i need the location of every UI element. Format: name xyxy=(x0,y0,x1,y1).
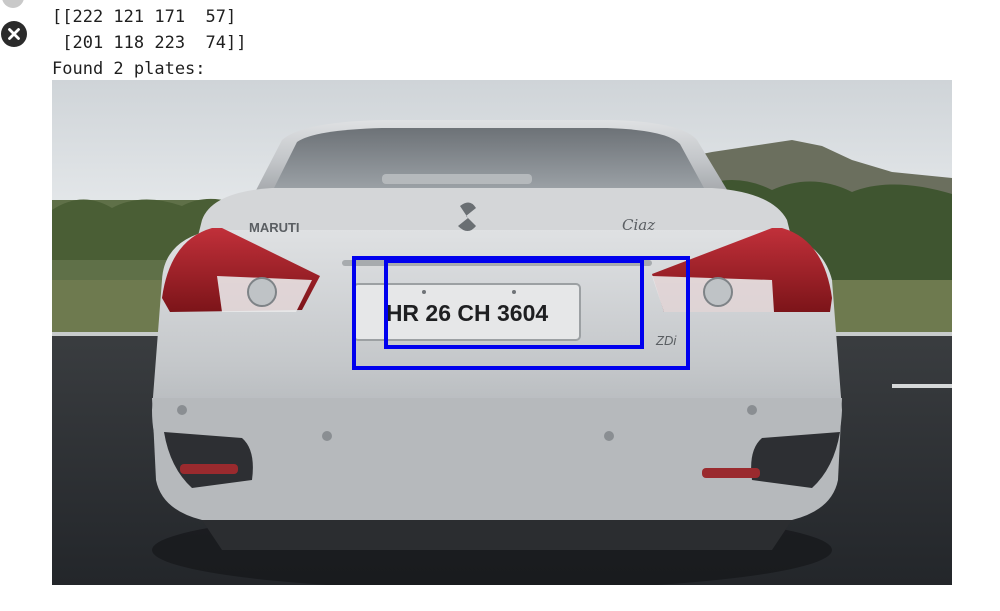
plate-number: HR 26 CH 3604 xyxy=(386,300,549,326)
cell-output: [[222 121 171 57] [201 118 223 74]] Foun… xyxy=(0,0,1000,611)
car-rear-photo: MARUTI Ciaz ZDi HR 26 CH 3604 xyxy=(52,80,952,585)
plate-detection-image: MARUTI Ciaz ZDi HR 26 CH 3604 xyxy=(52,80,952,585)
output-line: Found 2 plates: xyxy=(52,59,206,79)
stdout-text: [[222 121 171 57] [201 118 223 74]] Foun… xyxy=(52,4,246,82)
close-icon xyxy=(8,28,20,40)
output-line: [201 118 223 74]] xyxy=(52,33,247,53)
model-badge: Ciaz xyxy=(622,216,655,234)
output-line: [[222 121 171 57] xyxy=(52,7,237,27)
svg-text:MARUTI: MARUTI xyxy=(249,220,300,235)
variant-badge: ZDi xyxy=(655,333,677,348)
clear-output-button[interactable] xyxy=(1,21,27,47)
gutter-indicator xyxy=(2,0,24,8)
